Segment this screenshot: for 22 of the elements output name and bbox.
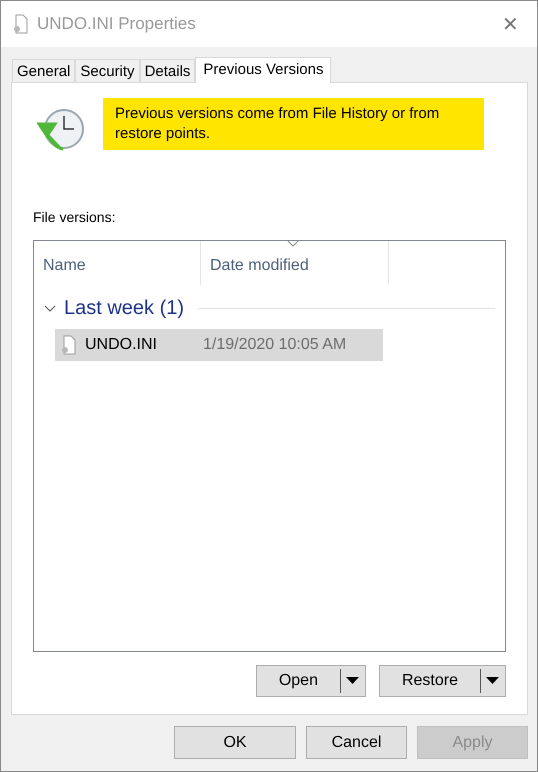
dialog-button[interactable]: Cancel xyxy=(306,726,407,759)
dialog-button[interactable]: OK xyxy=(174,726,296,759)
column-header[interactable]: Name xyxy=(34,241,201,285)
tab[interactable]: Previous Versions xyxy=(195,57,332,83)
restore-clock-icon xyxy=(37,106,85,152)
file-name: UNDO.INI xyxy=(85,336,158,354)
tab[interactable]: General xyxy=(12,59,76,82)
tab[interactable]: Details xyxy=(140,59,196,82)
split-button[interactable]: Restore xyxy=(378,665,506,697)
chevron-down-icon[interactable] xyxy=(44,304,56,312)
list-label: File versions: xyxy=(33,209,116,225)
split-button[interactable]: Open xyxy=(256,665,366,697)
file-date: 1/19/2020 10:05 AM xyxy=(203,336,346,354)
window-title: UNDO.INI Properties xyxy=(37,14,197,34)
group-title: Last week (1) xyxy=(64,297,184,320)
column-header[interactable]: Date modified xyxy=(201,241,389,285)
close-button[interactable]: ✕ xyxy=(496,12,525,36)
file-icon xyxy=(13,14,29,34)
file-icon xyxy=(61,335,77,355)
info-banner: Previous versions come from File History or from restore points. xyxy=(103,98,484,150)
file-row[interactable]: UNDO.INI 1/19/2020 10:05 AM xyxy=(55,329,383,361)
tab[interactable]: Security xyxy=(75,59,140,82)
